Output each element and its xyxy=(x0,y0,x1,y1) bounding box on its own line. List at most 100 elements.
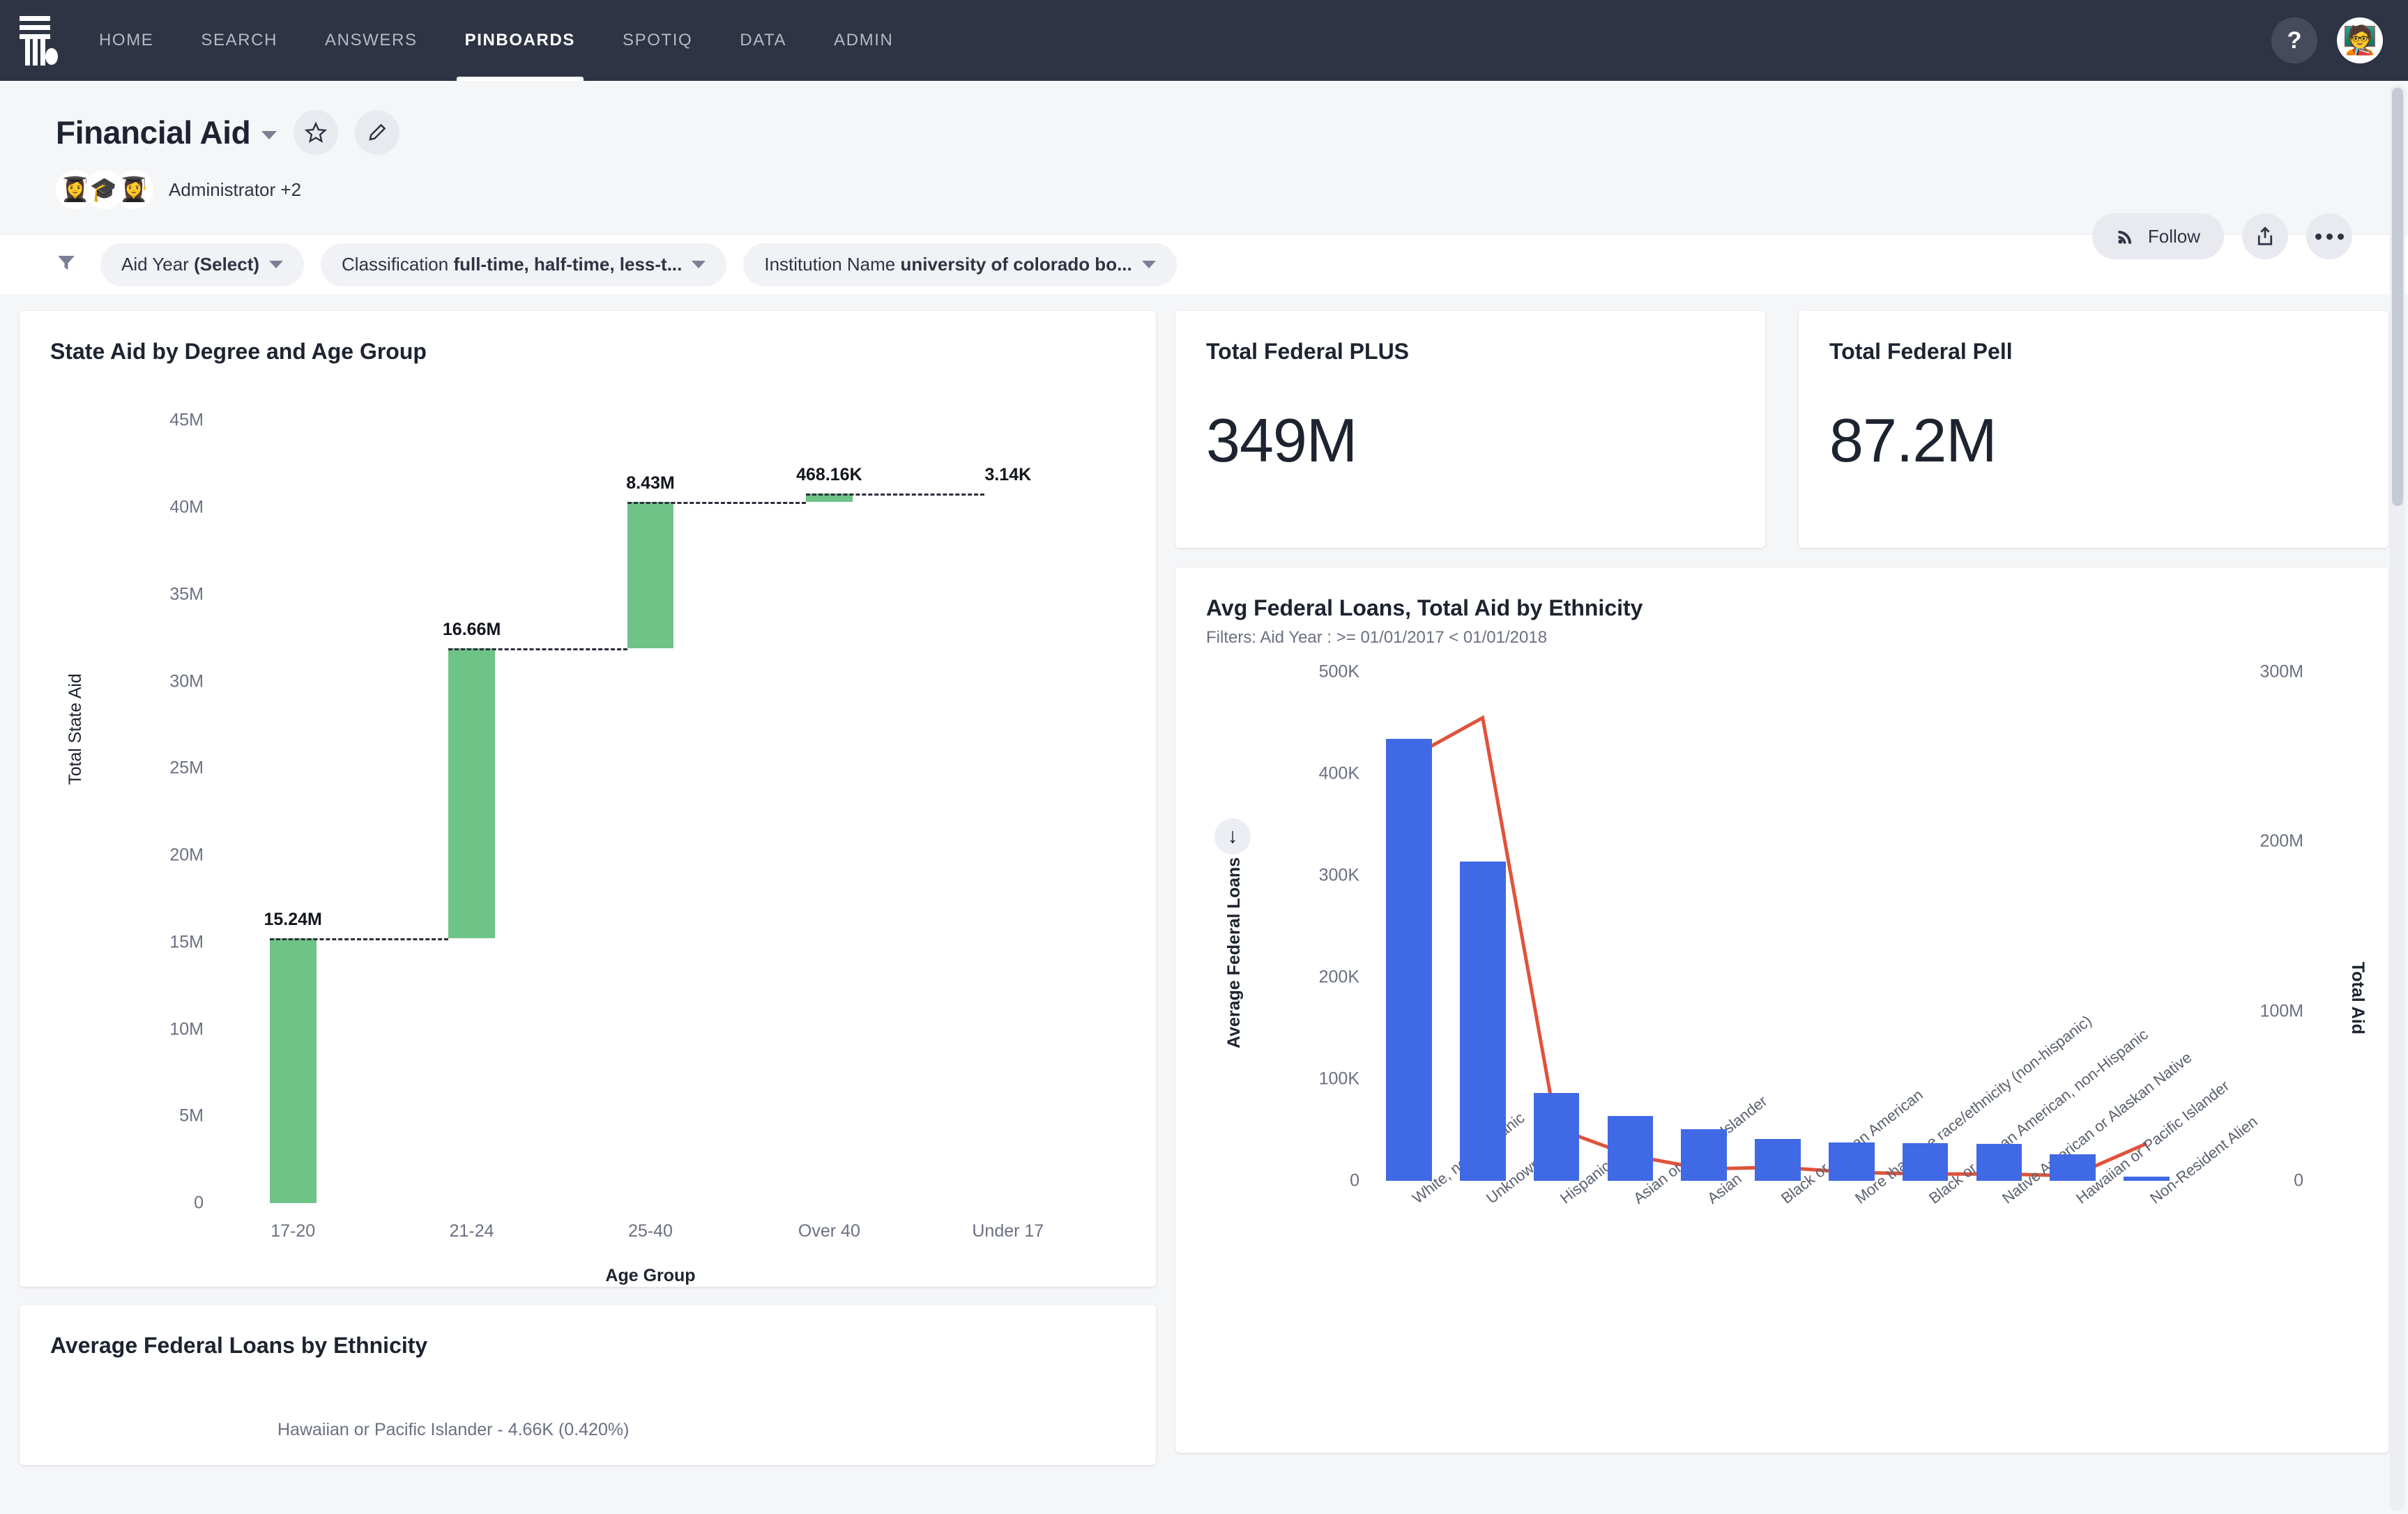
filter-value: university of colorado bo... xyxy=(900,254,1132,275)
filter-name: Institution Name xyxy=(764,254,896,275)
y-axis-tick: 20M xyxy=(169,845,204,865)
nav-item-admin[interactable]: ADMIN xyxy=(810,0,917,81)
kpi-value: 87.2M xyxy=(1829,406,1997,475)
share-icon xyxy=(2257,227,2273,245)
nav-item-pinboards[interactable]: PINBOARDS xyxy=(441,0,599,81)
bar-value-label: 468.16K xyxy=(796,465,862,485)
bar[interactable] xyxy=(1681,1129,1727,1181)
scrollbar-thumb[interactable] xyxy=(2392,88,2403,506)
follow-button[interactable]: Follow xyxy=(2091,213,2224,259)
nav-right-controls: ? 🧑‍🏫 xyxy=(2271,17,2408,63)
filter-name: Aid Year xyxy=(121,254,189,275)
viz-title: Avg Federal Loans, Total Aid by Ethnicit… xyxy=(1206,595,1643,620)
nav-item-search[interactable]: SEARCH xyxy=(177,0,301,81)
bar[interactable] xyxy=(2050,1154,2096,1181)
chevron-down-icon[interactable] xyxy=(261,131,277,139)
nav-item-spotiq[interactable]: SPOTIQ xyxy=(599,0,716,81)
filter-chip-classification[interactable]: Classification full-time, half-time, les… xyxy=(321,243,727,286)
rss-icon xyxy=(2118,230,2132,244)
left-y-axis-tick: 500K xyxy=(1318,662,1359,682)
filter-chip-label: Aid Year (Select) xyxy=(121,254,259,275)
viz-average-federal-loans-by-ethnicity[interactable]: Average Federal Loans by Ethnicity Hawai… xyxy=(20,1305,1156,1465)
owner-row: 👩‍🎓 🎓 👩‍🎓 Administrator +2 xyxy=(56,170,2352,209)
filter-value: full-time, half-time, less-t... xyxy=(453,254,683,275)
x-axis-title: Age Group xyxy=(605,1266,696,1285)
plot-area: Age Group 15.24M 17-20 16.66M 21-24 8.43M 25-… xyxy=(204,395,1097,1285)
title-row: Financial Aid xyxy=(56,110,2352,155)
page-header: Financial Aid 👩‍🎓 🎓 👩‍🎓 Administrator +2 xyxy=(0,81,2408,259)
bar[interactable] xyxy=(1533,1093,1580,1181)
x-axis-tick: Over 40 xyxy=(798,1221,860,1241)
y-axis-tick: 0 xyxy=(194,1193,204,1213)
header-actions: Follow xyxy=(2091,213,2352,259)
nav-item-answers[interactable]: ANSWERS xyxy=(301,0,441,81)
y-axis-tick: 15M xyxy=(169,932,204,952)
waterfall-bar[interactable] xyxy=(448,648,495,938)
filter-icon[interactable] xyxy=(56,252,77,277)
y-axis-tick: 45M xyxy=(169,410,204,430)
bar[interactable] xyxy=(1976,1144,2022,1181)
waterfall-connector xyxy=(627,501,807,504)
left-y-axis-tick: 300K xyxy=(1318,865,1359,885)
right-y-axis-tick: 300M xyxy=(2260,662,2303,682)
bar[interactable] xyxy=(1902,1142,1949,1181)
x-axis-tick: Under 17 xyxy=(972,1221,1044,1241)
avatar: 👩‍🎓 xyxy=(114,170,153,209)
y-axis-tick: 30M xyxy=(169,671,204,691)
left-y-axis-title: Average Federal Loans xyxy=(1224,857,1244,1048)
right-column: Total Federal PLUS 349M Total Federal Pe… xyxy=(1175,311,2388,1453)
waterfall-connector xyxy=(806,494,985,496)
favorite-star-button[interactable] xyxy=(294,110,339,155)
left-y-axis-tick: 200K xyxy=(1318,967,1359,987)
top-navigation-bar: HOME SEARCH ANSWERS PINBOARDS SPOTIQ DAT… xyxy=(0,0,2408,81)
waterfall-bar[interactable] xyxy=(627,501,674,649)
y-axis-tick: 40M xyxy=(169,497,204,517)
viz-total-federal-plus[interactable]: Total Federal PLUS 349M xyxy=(1175,311,1765,548)
viz-total-federal-pell[interactable]: Total Federal Pell 87.2M xyxy=(1799,311,2388,548)
waterfall-connector xyxy=(269,938,449,940)
user-avatar[interactable]: 🧑‍🏫 xyxy=(2337,17,2383,63)
bar-value-label: 15.24M xyxy=(264,909,322,929)
viz-state-aid-by-degree-and-age-group[interactable]: State Aid by Degree and Age Group Total … xyxy=(20,311,1156,1287)
nav-links: HOME SEARCH ANSWERS PINBOARDS SPOTIQ DAT… xyxy=(75,0,917,81)
left-column: State Aid by Degree and Age Group Total … xyxy=(20,311,1156,1465)
kpi-row: Total Federal PLUS 349M Total Federal Pe… xyxy=(1175,311,2388,548)
filter-name: Classification xyxy=(342,254,449,275)
chevron-down-icon xyxy=(692,261,706,268)
follow-label: Follow xyxy=(2147,225,2200,247)
bar-value-label: 8.43M xyxy=(626,473,675,493)
viz-title: State Aid by Degree and Age Group xyxy=(50,339,427,364)
nav-item-home[interactable]: HOME xyxy=(75,0,177,81)
nav-item-data[interactable]: DATA xyxy=(716,0,810,81)
avatar-group[interactable]: 👩‍🎓 🎓 👩‍🎓 xyxy=(56,170,153,209)
thoughtspot-logo-icon[interactable] xyxy=(0,13,75,68)
waterfall-chart: Total State Aid 0 5M 10M 15M 20M 25M 30M 35M 40M… xyxy=(50,395,1125,1287)
bar[interactable] xyxy=(1607,1115,1654,1181)
owner-label: Administrator +2 xyxy=(169,178,302,200)
bar[interactable] xyxy=(1386,739,1432,1181)
y-axis-tick: 35M xyxy=(169,584,204,604)
bar[interactable] xyxy=(1755,1139,1801,1181)
more-options-button[interactable] xyxy=(2306,213,2352,259)
viz-avg-federal-loans-total-aid-by-ethnicity[interactable]: Avg Federal Loans, Total Aid by Ethnicit… xyxy=(1175,567,2388,1453)
vertical-scrollbar[interactable] xyxy=(2390,85,2405,1511)
x-axis-tick: 17-20 xyxy=(270,1221,316,1241)
pinboard-grid: State Aid by Degree and Age Group Total … xyxy=(0,294,2408,1465)
filter-chip-label: Institution Name university of colorado … xyxy=(764,254,1131,275)
filter-chip-aid-year[interactable]: Aid Year (Select) xyxy=(100,243,305,286)
drill-down-arrow-icon[interactable]: ↓ xyxy=(1214,818,1251,855)
bar[interactable] xyxy=(1459,861,1506,1181)
chevron-down-icon xyxy=(269,261,284,268)
help-icon[interactable]: ? xyxy=(2271,17,2317,63)
share-button[interactable] xyxy=(2242,213,2288,259)
kpi-value: 349M xyxy=(1206,406,1357,475)
filter-chip-institution-name[interactable]: Institution Name university of colorado … xyxy=(743,243,1177,286)
plot-area: White, non-HispanicUnknownHispanicAsian … xyxy=(1372,672,2261,1207)
filter-chip-label: Classification full-time, half-time, les… xyxy=(342,254,682,275)
right-y-axis-tick: 0 xyxy=(2294,1170,2303,1191)
filter-bar: Aid Year (Select) Classification full-ti… xyxy=(0,234,2408,294)
waterfall-bar[interactable] xyxy=(269,938,317,1203)
bar[interactable] xyxy=(1829,1142,1875,1181)
edit-button[interactable] xyxy=(355,110,400,155)
waterfall-connector xyxy=(448,648,627,651)
